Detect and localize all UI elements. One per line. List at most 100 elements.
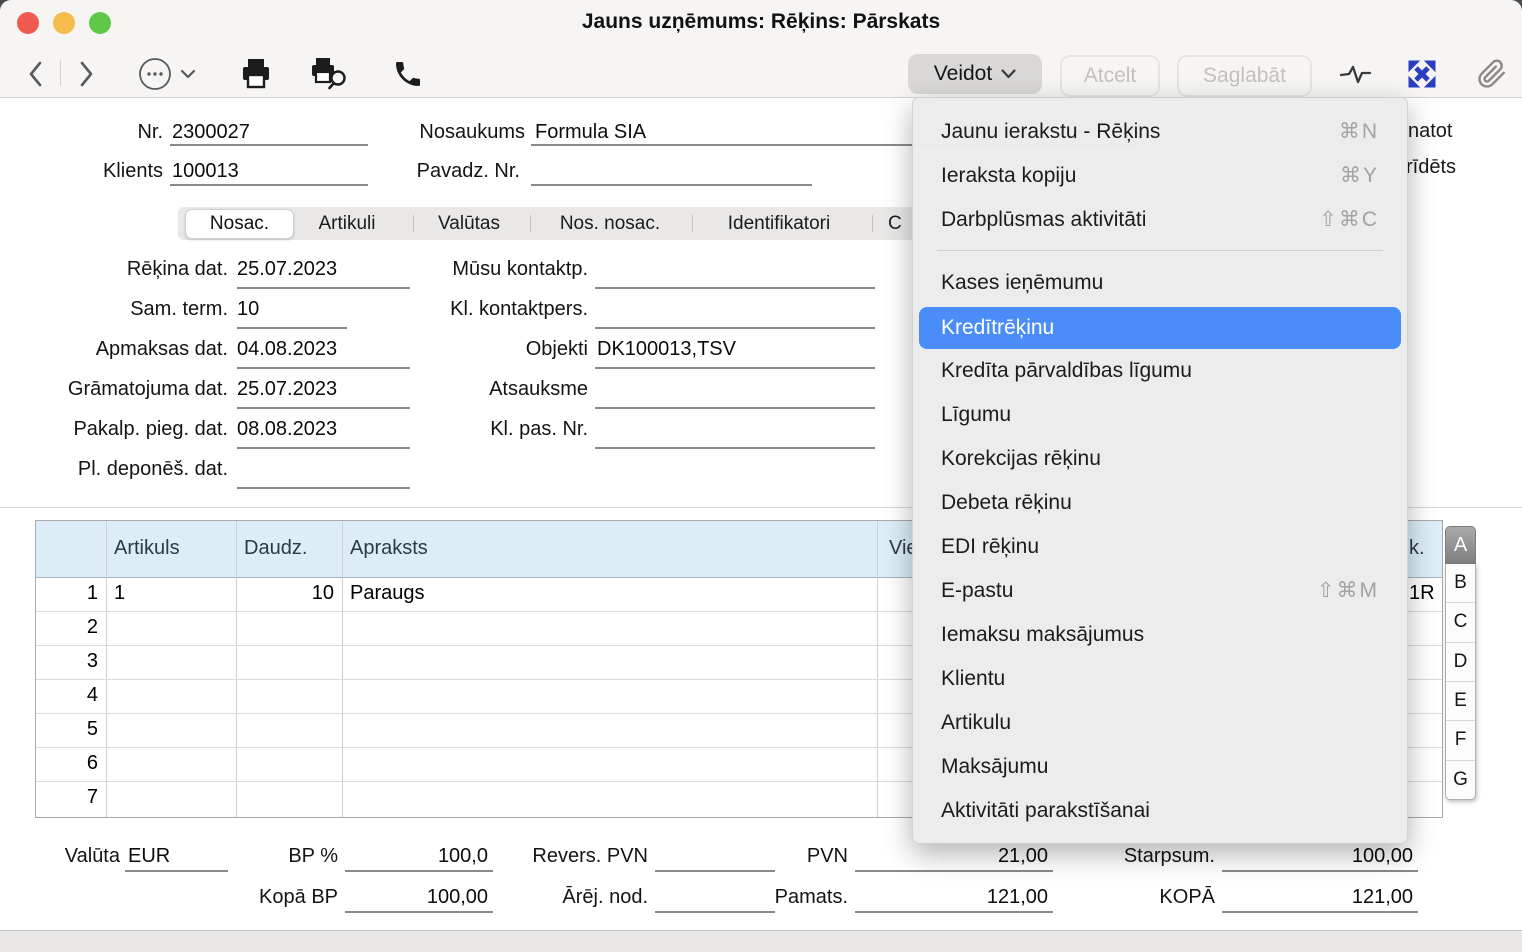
menu-item-edi-rekinu[interactable]: EDI rēķinu <box>919 525 1401 569</box>
klients-label: Klients <box>60 160 163 183</box>
row-number[interactable]: 5 <box>40 718 98 741</box>
cell-apraksts[interactable]: Paraugs <box>350 582 425 605</box>
veidot-button[interactable]: Veidot <box>908 54 1042 94</box>
expand-icon[interactable] <box>1404 56 1440 92</box>
col-artikuls-header[interactable]: Artikuls <box>114 537 180 560</box>
sam-term-label: Sam. term. <box>20 298 228 321</box>
menu-item-label: Ieraksta kopiju <box>941 164 1076 187</box>
objekti-field[interactable]: DK100013,TSV <box>597 338 736 361</box>
menu-item-jaunu-ierakstu[interactable]: Jaunu ierakstu - Rēķins⌘N <box>919 110 1401 154</box>
cell-artikuls[interactable]: 1 <box>114 582 125 605</box>
print-preview-icon[interactable] <box>306 56 352 92</box>
menu-item-kredita-parvaldibas-ligumu[interactable]: Kredīta pārvaldības līgumu <box>919 349 1401 393</box>
cell-daudz[interactable]: 10 <box>246 582 334 605</box>
field-underline <box>237 367 410 369</box>
side-tab-b[interactable]: B <box>1446 564 1475 603</box>
col-apraksts-header[interactable]: Apraksts <box>350 537 428 560</box>
side-tab-f[interactable]: F <box>1446 721 1475 760</box>
tab-divider <box>872 215 873 232</box>
apmaksas-dat-field[interactable]: 04.08.2023 <box>237 338 337 361</box>
menu-item-aktivitati-parakstisanai[interactable]: Aktivitāti parakstīšanai <box>919 789 1401 833</box>
pavadz-nr-label: Pavadz. Nr. <box>360 160 520 183</box>
row-number[interactable]: 2 <box>40 616 98 639</box>
side-tab-strip: B C D E F G <box>1445 564 1476 800</box>
menu-item-maksajumu[interactable]: Maksājumu <box>919 745 1401 789</box>
klients-underline <box>170 184 368 186</box>
sam-term-field[interactable]: 10 <box>237 298 259 321</box>
bp-field[interactable]: 100,0 <box>345 845 488 868</box>
menu-item-ieraksta-kopiju[interactable]: Ieraksta kopiju⌘Y <box>919 154 1401 198</box>
atsauksme-label: Atsauksme <box>380 378 588 401</box>
col-line <box>877 521 878 817</box>
back-icon[interactable] <box>18 56 54 92</box>
gramatojuma-dat-field[interactable]: 25.07.2023 <box>237 378 337 401</box>
valuta-field[interactable]: EUR <box>128 845 170 868</box>
col-daudz-header[interactable]: Daudz. <box>244 537 307 560</box>
field-underline <box>237 447 410 449</box>
rekina-dat-field[interactable]: 25.07.2023 <box>237 258 337 281</box>
more-options-icon[interactable] <box>137 56 173 92</box>
pavadz-nr-underline <box>531 184 812 186</box>
side-tab-d[interactable]: D <box>1446 643 1475 682</box>
rekina-dat-label: Rēķina dat. <box>20 258 228 281</box>
row-number[interactable]: 3 <box>40 650 98 673</box>
klients-field[interactable]: 100013 <box>172 160 239 183</box>
atcelt-button[interactable]: Atcelt <box>1060 55 1160 97</box>
menu-item-darbplusmas-aktivitati[interactable]: Darbplūsmas aktivitāti⇧⌘C <box>919 198 1401 242</box>
kopa-field[interactable]: 121,00 <box>1222 886 1413 909</box>
tab-divider <box>692 215 693 232</box>
row-number[interactable]: 1 <box>40 582 98 605</box>
phone-icon[interactable] <box>390 56 426 92</box>
menu-item-korekcijas-rekinu[interactable]: Korekcijas rēķinu <box>919 437 1401 481</box>
nr-field[interactable]: 2300027 <box>172 121 250 144</box>
menu-item-kases-ienemumu[interactable]: Kases ieņēmumu <box>919 261 1401 305</box>
menu-item-iemaksu-maksajumus[interactable]: Iemaksu maksājumus <box>919 613 1401 657</box>
menu-item-e-pastu[interactable]: E-pastu⇧⌘M <box>919 569 1401 613</box>
forward-icon[interactable] <box>68 56 104 92</box>
field-underline <box>595 407 875 409</box>
menu-item-kreditrekinu[interactable]: Kredītrēķinu <box>919 307 1401 349</box>
menu-item-label: Aktivitāti parakstīšanai <box>941 799 1150 822</box>
saglabat-button[interactable]: Saglabāt <box>1177 55 1312 97</box>
side-tab-a[interactable]: A <box>1445 526 1476 564</box>
side-tab-c[interactable]: C <box>1446 603 1475 642</box>
pakalp-pieg-dat-field[interactable]: 08.08.2023 <box>237 418 337 441</box>
menu-item-label: Kredītrēķinu <box>941 316 1054 339</box>
row-number[interactable]: 6 <box>40 752 98 775</box>
row-number[interactable]: 7 <box>40 786 98 809</box>
field-underline <box>237 407 410 409</box>
tab-nos-nosac[interactable]: Nos. nosac. <box>545 213 675 235</box>
starpsum-field[interactable]: 100,00 <box>1222 845 1413 868</box>
nosaukums-field[interactable]: Formula SIA <box>535 121 646 144</box>
menu-item-label: Līgumu <box>941 403 1011 426</box>
menu-item-artikulu[interactable]: Artikulu <box>919 701 1401 745</box>
side-tab-a-label: A <box>1454 534 1467 557</box>
menu-item-label: Artikulu <box>941 711 1011 734</box>
tab-artikuli[interactable]: Artikuli <box>303 213 391 235</box>
kopa-bp-field[interactable]: 100,00 <box>345 886 488 909</box>
menu-item-debeta-rekinu[interactable]: Debeta rēķinu <box>919 481 1401 525</box>
side-tab-e[interactable]: E <box>1446 682 1475 721</box>
field-underline <box>345 870 493 872</box>
attachment-icon[interactable] <box>1474 56 1510 92</box>
pamats-field[interactable]: 121,00 <box>855 886 1048 909</box>
menu-shortcut: ⇧⌘C <box>1319 198 1379 242</box>
pvn-field[interactable]: 21,00 <box>855 845 1048 868</box>
menu-item-klientu[interactable]: Klientu <box>919 657 1401 701</box>
side-tab-g[interactable]: G <box>1446 761 1475 799</box>
veidot-label: Veidot <box>934 62 992 86</box>
field-underline <box>1222 911 1418 913</box>
tab-identifikatori[interactable]: Identifikatori <box>708 213 850 235</box>
tab-nosac[interactable]: Nosac. <box>185 209 294 239</box>
row-number[interactable]: 4 <box>40 684 98 707</box>
chevron-down-icon[interactable] <box>178 56 198 92</box>
col-line <box>236 521 237 817</box>
print-icon[interactable] <box>238 56 274 92</box>
activity-icon[interactable] <box>1339 56 1375 92</box>
menu-item-ligumu[interactable]: Līgumu <box>919 393 1401 437</box>
col-pvnk-header-clipped[interactable]: k. <box>1409 537 1425 560</box>
cell-pvnk[interactable]: 1R <box>1409 582 1435 605</box>
field-underline <box>125 870 228 872</box>
tab-valutas[interactable]: Valūtas <box>425 213 513 235</box>
veidot-chevron-icon <box>1001 69 1016 79</box>
